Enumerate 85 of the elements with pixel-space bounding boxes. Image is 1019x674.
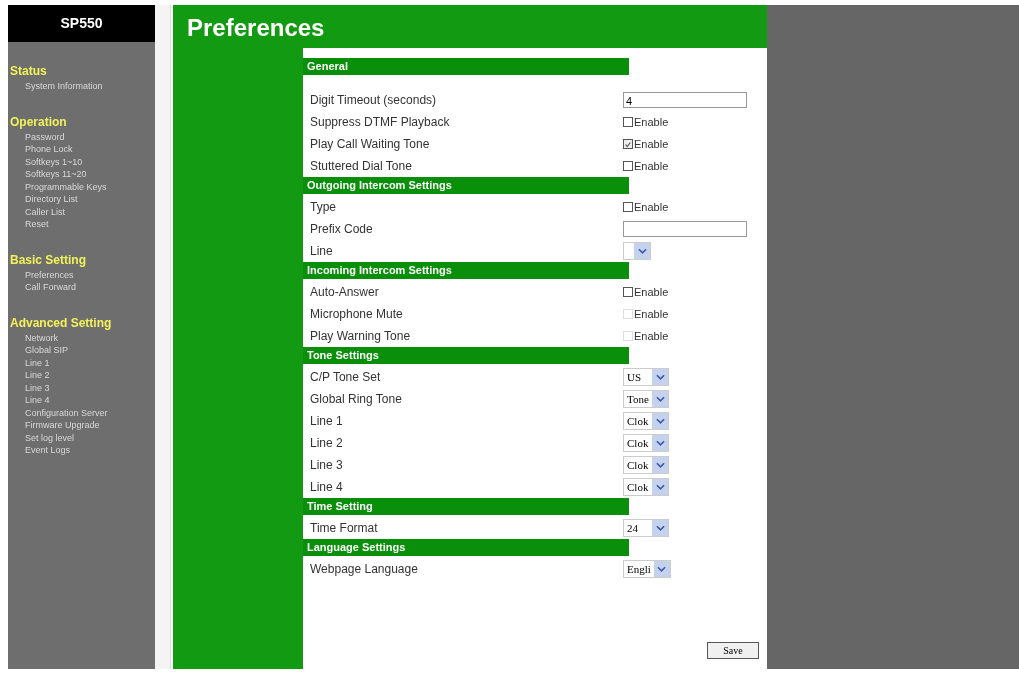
- nav-link[interactable]: System Information: [8, 80, 155, 93]
- field-label: Play Warning Tone: [309, 329, 412, 343]
- nav-link[interactable]: Programmable Keys: [8, 180, 155, 193]
- dropdown[interactable]: Engli: [623, 560, 671, 578]
- field-label: C/P Tone Set: [309, 370, 382, 384]
- nav-link[interactable]: Softkeys 1~10: [8, 155, 155, 168]
- nav-link[interactable]: Reset: [8, 218, 155, 231]
- input-field[interactable]: [623, 221, 747, 237]
- caret-icon: [653, 561, 670, 577]
- field-label: Prefix Code: [309, 222, 374, 236]
- nav-link[interactable]: Call Forward: [8, 281, 155, 294]
- nav-link[interactable]: Caller List: [8, 205, 155, 218]
- checkbox[interactable]: [623, 161, 633, 171]
- field-label: Type: [309, 200, 337, 214]
- field-label: Line: [309, 244, 334, 258]
- nav-link[interactable]: Phone Lock: [8, 143, 155, 156]
- checkbox-label: Enable: [634, 138, 669, 150]
- dropdown[interactable]: Clok: [623, 434, 669, 452]
- checkbox-label: Enable: [634, 308, 669, 320]
- field-label: Microphone Mute: [309, 307, 404, 321]
- field-label: Time Format: [309, 521, 379, 535]
- field-label: Global Ring Tone: [309, 392, 403, 406]
- nav-heading: Basic Setting: [9, 252, 88, 267]
- field-label: Play Call Waiting Tone: [309, 137, 431, 151]
- caret-icon: [652, 520, 668, 536]
- dropdown[interactable]: Clok: [623, 478, 669, 496]
- checkbox-label: Enable: [634, 116, 669, 128]
- logo-text: SP550: [8, 5, 155, 42]
- checkbox[interactable]: [623, 139, 633, 149]
- nav-link[interactable]: Line 4: [8, 394, 155, 407]
- nav-link[interactable]: Preferences: [8, 268, 155, 281]
- nav-link[interactable]: Directory List: [8, 193, 155, 206]
- nav-heading: Advanced Setting: [9, 315, 113, 330]
- checkbox-label: Enable: [634, 201, 669, 213]
- field-label: Webpage Language: [309, 562, 419, 576]
- field-label: Line 4: [309, 480, 344, 494]
- nav-link[interactable]: Firmware Upgrade: [8, 419, 155, 432]
- field-label: Suppress DTMF Playback: [309, 115, 451, 129]
- caret-icon: [652, 435, 668, 451]
- dropdown[interactable]: 24: [623, 519, 669, 537]
- nav-heading: Status: [9, 64, 48, 78]
- caret-icon: [652, 369, 668, 385]
- nav-link[interactable]: Global SIP: [8, 344, 155, 357]
- dropdown[interactable]: Clok: [623, 456, 669, 474]
- checkbox[interactable]: [623, 117, 633, 127]
- checkbox[interactable]: [623, 287, 633, 297]
- scrollbar[interactable]: [155, 5, 171, 669]
- input-field[interactable]: 4: [623, 92, 747, 108]
- checkbox-label: Enable: [634, 160, 669, 172]
- field-label: Line 2: [309, 436, 344, 450]
- nav-heading: Operation: [9, 114, 68, 129]
- section-header: Tone Settings: [303, 347, 629, 364]
- caret-icon: [652, 479, 668, 495]
- nav-link[interactable]: Network: [8, 331, 155, 344]
- section-header: Language Settings: [303, 539, 629, 556]
- field-label: Line 1: [309, 414, 344, 428]
- section-header: Incoming Intercom Settings: [303, 262, 629, 279]
- nav-link[interactable]: Softkeys 11~20: [8, 168, 155, 181]
- nav-link[interactable]: Line 1: [8, 356, 155, 369]
- nav-link[interactable]: Line 2: [8, 369, 155, 382]
- field-label: Auto-Answer: [309, 285, 380, 299]
- section-header: Time Setting: [303, 498, 629, 515]
- section-header: General: [303, 58, 629, 75]
- section-header: Outgoing Intercom Settings: [303, 177, 629, 194]
- dropdown[interactable]: US: [623, 368, 669, 386]
- nav-link[interactable]: Password: [8, 130, 155, 143]
- checkbox-label: Enable: [634, 286, 669, 298]
- save-button[interactable]: Save: [707, 642, 759, 659]
- nav-link[interactable]: Set log level: [8, 431, 155, 444]
- caret-icon: [652, 457, 668, 473]
- caret-icon: [652, 391, 668, 407]
- dropdown[interactable]: Clok: [623, 412, 669, 430]
- field-label: Line 3: [309, 458, 344, 472]
- nav-link[interactable]: Event Logs: [8, 444, 155, 457]
- field-label: Stuttered Dial Tone: [309, 159, 413, 173]
- caret-icon: [652, 413, 668, 429]
- caret-icon: [634, 243, 650, 259]
- nav-link[interactable]: Line 3: [8, 381, 155, 394]
- dropdown[interactable]: [623, 242, 651, 260]
- checkbox-label: Enable: [634, 330, 669, 342]
- checkbox[interactable]: [623, 202, 633, 212]
- field-label: Digit Timeout (seconds): [309, 93, 438, 107]
- dropdown[interactable]: Tone: [623, 390, 669, 408]
- page-title: Preferences: [186, 13, 326, 43]
- nav-link[interactable]: Configuration Server: [8, 406, 155, 419]
